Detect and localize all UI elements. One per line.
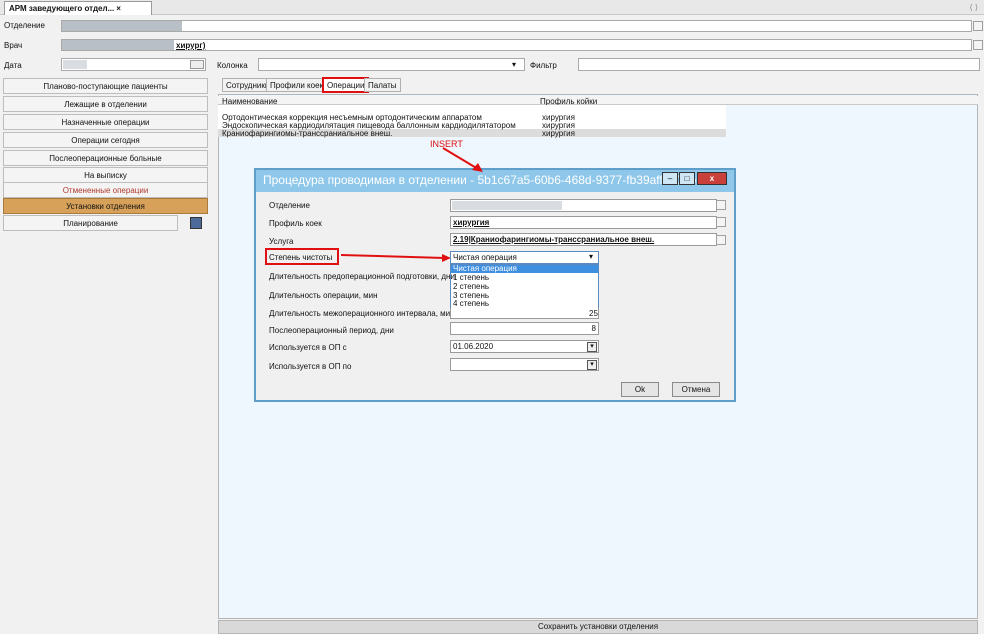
interval-input[interactable] (450, 308, 599, 319)
tab-nav-arrows-icon[interactable]: ⟨ ⟩ (970, 3, 978, 12)
planning-edit-icon[interactable] (190, 217, 202, 229)
dialog-bed-profile-field[interactable]: хирургия (450, 216, 717, 229)
filter-input[interactable] (578, 58, 980, 71)
cancel-button[interactable]: Отмена (672, 382, 720, 397)
dialog-label-department: Отделение (269, 201, 310, 210)
redacted-date (63, 60, 87, 69)
dialog-label-used-from: Используется в ОП с (269, 343, 347, 352)
redacted-dialog-department (452, 201, 562, 210)
tab-wards[interactable]: Палаты (364, 78, 401, 92)
column-select[interactable] (258, 58, 525, 71)
purity-option-clean[interactable]: Чистая операция (451, 265, 598, 273)
sidebar-planned-patients[interactable]: Планово-поступающие пациенты (3, 78, 208, 94)
annotation-arrow-purity (340, 254, 451, 262)
redacted-department (62, 21, 182, 31)
table-row-2-name[interactable]: Эндоскопическая кардиодилятация пищевода… (222, 121, 516, 130)
calendar-icon[interactable] (190, 60, 204, 69)
table-row-3-profile[interactable]: хирургия (542, 129, 575, 138)
used-to-date[interactable] (450, 358, 599, 371)
dialog-label-op-duration: Длительность операции, мин (269, 291, 378, 300)
doctor-label: Врач (4, 41, 23, 50)
dialog-label-bed-profile: Профиль коек (269, 219, 322, 228)
sidebar-postop-patients[interactable]: Послеоперационные больные (3, 150, 208, 166)
used-from-dropdown-icon[interactable]: ▾ (587, 342, 597, 352)
date-label: Дата (4, 61, 22, 70)
redacted-doctor (62, 40, 174, 50)
close-icon[interactable]: x (697, 172, 727, 185)
purity-option-1[interactable]: 1 степень (451, 274, 598, 282)
purity-option-4[interactable]: 4 степень (451, 300, 598, 308)
table-row-1-name[interactable]: Ортодонтическая коррекция несъемным орто… (222, 113, 482, 122)
dialog-label-purity: Степень чистоты (269, 253, 333, 262)
doctor-value: хирург) (176, 41, 206, 50)
department-picker-button[interactable] (973, 21, 983, 31)
sidebar-operations-today[interactable]: Операции сегодня (3, 132, 208, 148)
used-to-dropdown-icon[interactable]: ▾ (587, 360, 597, 370)
sidebar-planning[interactable]: Планирование (3, 215, 178, 231)
dialog-label-service: Услуга (269, 237, 294, 246)
close-tab-icon[interactable]: × (116, 4, 121, 13)
dialog-label-used-to: Используется в ОП по (269, 362, 352, 371)
dialog-service-picker[interactable] (716, 235, 726, 245)
dialog-label-interval: Длительность межоперационного интервала,… (269, 309, 455, 318)
document-tab[interactable]: АРМ заведующего отдел... × (4, 1, 152, 15)
maximize-icon[interactable]: □ (679, 172, 695, 185)
used-from-date[interactable]: 01.06.2020 (450, 340, 599, 353)
interval-value: 25 (589, 309, 598, 318)
dialog-label-postop: Послеоперационный период, дни (269, 326, 394, 335)
sidebar-assigned-operations[interactable]: Назначенные операции (3, 114, 208, 130)
sidebar-inpatients[interactable]: Лежащие в отделении (3, 96, 208, 112)
filter-label: Фильтр (530, 61, 557, 70)
save-settings-button[interactable]: Сохранить установки отделения (218, 620, 978, 634)
column-label: Колонка (217, 61, 248, 70)
table-row-1-profile[interactable]: хирургия (542, 113, 575, 122)
purity-option-2[interactable]: 2 степень (451, 283, 598, 291)
purity-dropdown-icon[interactable]: ▾ (589, 252, 593, 261)
table-row-3-name[interactable]: Краниофарингиомы-трансcраниальное внеш. (222, 129, 392, 138)
sidebar-cancelled-operations[interactable]: Отмененные операции (3, 182, 208, 198)
purity-select[interactable]: Чистая операция (450, 251, 599, 264)
document-tab-title: АРМ заведующего отдел... (9, 4, 115, 13)
postop-input[interactable]: 8 (450, 322, 599, 335)
doctor-picker-button[interactable] (973, 40, 983, 50)
column-dropdown-icon[interactable]: ▾ (512, 60, 516, 69)
tab-bed-profiles[interactable]: Профили коек (266, 78, 328, 92)
dialog-bed-profile-picker[interactable] (716, 217, 726, 227)
minimize-icon[interactable]: – (662, 172, 678, 185)
tab-operations[interactable]: Операции (322, 77, 370, 93)
sidebar-department-settings[interactable]: Установки отделения (3, 198, 208, 214)
department-label: Отделение (4, 21, 45, 30)
dialog-label-preop: Длительность предоперационной подготовки… (269, 272, 455, 281)
dialog-service-field[interactable]: 2.19|Краниофарингиомы-трансcраниальное в… (450, 233, 717, 246)
grid-header (218, 96, 978, 105)
annotation-arrow-insert (442, 147, 483, 172)
table-row-2-profile[interactable]: хирургия (542, 121, 575, 130)
dialog-department-picker[interactable] (716, 200, 726, 210)
ok-button[interactable]: Ok (621, 382, 659, 397)
department-field[interactable] (61, 20, 972, 32)
sidebar-discharge[interactable]: На выписку (3, 167, 208, 183)
